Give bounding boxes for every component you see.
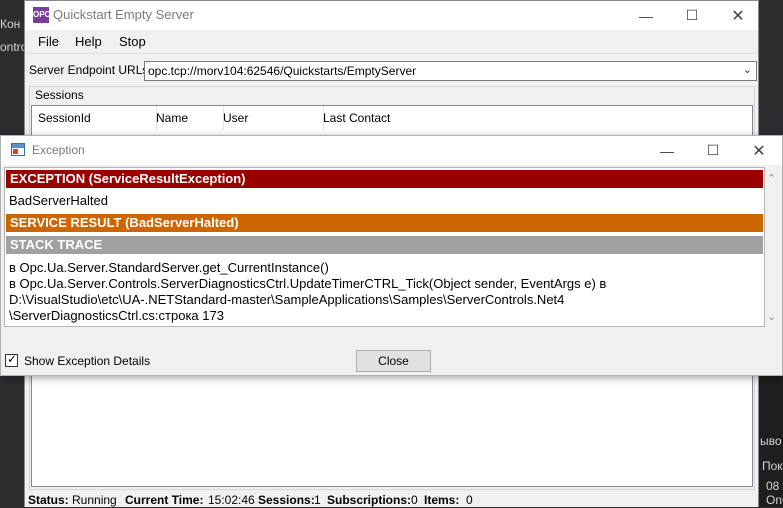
dialog-minimize-button[interactable]: — [645, 136, 689, 165]
menu-help[interactable]: Help [75, 34, 102, 49]
sessions-group-label: Sessions [34, 88, 85, 102]
scroll-down-icon[interactable]: ⌄ [767, 310, 776, 323]
exception-header: EXCEPTION (ServiceResultException) [6, 170, 763, 188]
menu-file[interactable]: File [38, 34, 59, 49]
column-header-last-contact[interactable]: Last Contact [317, 106, 759, 130]
stack-trace-line: в Opc.Ua.Server.StandardServer.get_Curre… [9, 260, 329, 275]
maximize-button[interactable]: ☐ [669, 1, 715, 30]
current-time-label: Current Time: [125, 493, 204, 507]
stack-trace-line: D:\VisualStudio\etc\UA-.NETStandard-mast… [9, 292, 565, 307]
dialog-maximize-button[interactable]: ☐ [691, 136, 735, 165]
dialog-close-icon[interactable]: ✕ [737, 136, 781, 165]
column-header-sessionid[interactable]: SessionId [32, 106, 157, 130]
sessions-count-value: 1 [314, 493, 321, 507]
dialog-title: Exception [32, 143, 85, 157]
background-text-right-4: OnC [766, 493, 783, 507]
stack-trace-header: STACK TRACE [6, 236, 763, 254]
menu-stop[interactable]: Stop [119, 34, 146, 49]
minimize-button[interactable]: — [623, 1, 669, 30]
stack-trace-line: \ServerDiagnosticsCtrl.cs:строка 173 [9, 308, 224, 323]
background-text-right-3: 08 [766, 479, 780, 493]
opc-logo-icon: OPC [33, 7, 50, 23]
dialog-titlebar: Exception — ☐ ✕ [1, 136, 782, 165]
close-button[interactable]: Close [356, 350, 431, 372]
endpoint-label: Server Endpoint URLs [29, 63, 149, 77]
scroll-up-icon[interactable]: ⌃ [767, 172, 776, 185]
background-text-right-2: Пок [762, 459, 783, 473]
column-header-user[interactable]: User [217, 106, 324, 130]
subscriptions-label: Subscriptions: [327, 493, 412, 507]
chevron-down-icon[interactable]: ⌄ [743, 63, 752, 76]
background-text-left-2: ontro [0, 40, 24, 54]
background-text-left-1: Кон [0, 17, 21, 31]
show-details-checkbox[interactable]: ✓ [5, 352, 18, 367]
vertical-scrollbar[interactable]: ⌃ ⌄ [765, 167, 782, 327]
close-window-button[interactable]: ✕ [715, 1, 761, 30]
status-value: Running [72, 493, 117, 507]
endpoint-url-value: opc.tcp://morv104:62546/Quickstarts/Empt… [148, 64, 417, 78]
exception-dialog: Exception — ☐ ✕ EXCEPTION (ServiceResult… [0, 135, 783, 376]
items-value: 0 [466, 493, 473, 507]
exception-message: BadServerHalted [9, 193, 108, 208]
sessions-count-label: Sessions: [258, 493, 315, 507]
column-header-name[interactable]: Name [150, 106, 224, 130]
background-text-right-1: ыво [760, 434, 782, 448]
checkmark-icon: ✓ [7, 352, 18, 366]
main-window-title: Quickstart Empty Server [53, 7, 194, 22]
subscriptions-value: 0 [411, 493, 418, 507]
status-bar: Status: Running Current Time: 15:02:46 S… [25, 490, 758, 508]
status-label: Status: [28, 493, 69, 507]
endpoint-url-combobox[interactable]: opc.tcp://morv104:62546/Quickstarts/Empt… [144, 61, 757, 81]
main-titlebar: OPC Quickstart Empty Server — ☐ ✕ [25, 1, 758, 30]
exception-details-panel[interactable]: EXCEPTION (ServiceResultException) BadSe… [4, 167, 765, 327]
items-label: Items: [424, 493, 460, 507]
show-details-label[interactable]: Show Exception Details [24, 354, 150, 368]
service-result-header: SERVICE RESULT (BadServerHalted) [6, 214, 763, 232]
menu-bar: File Help Stop [25, 30, 758, 54]
stack-trace-line: в Opc.Ua.Server.Controls.ServerDiagnosti… [9, 276, 607, 291]
current-time-value: 15:02:46 [208, 493, 255, 507]
window-app-icon [11, 143, 25, 156]
